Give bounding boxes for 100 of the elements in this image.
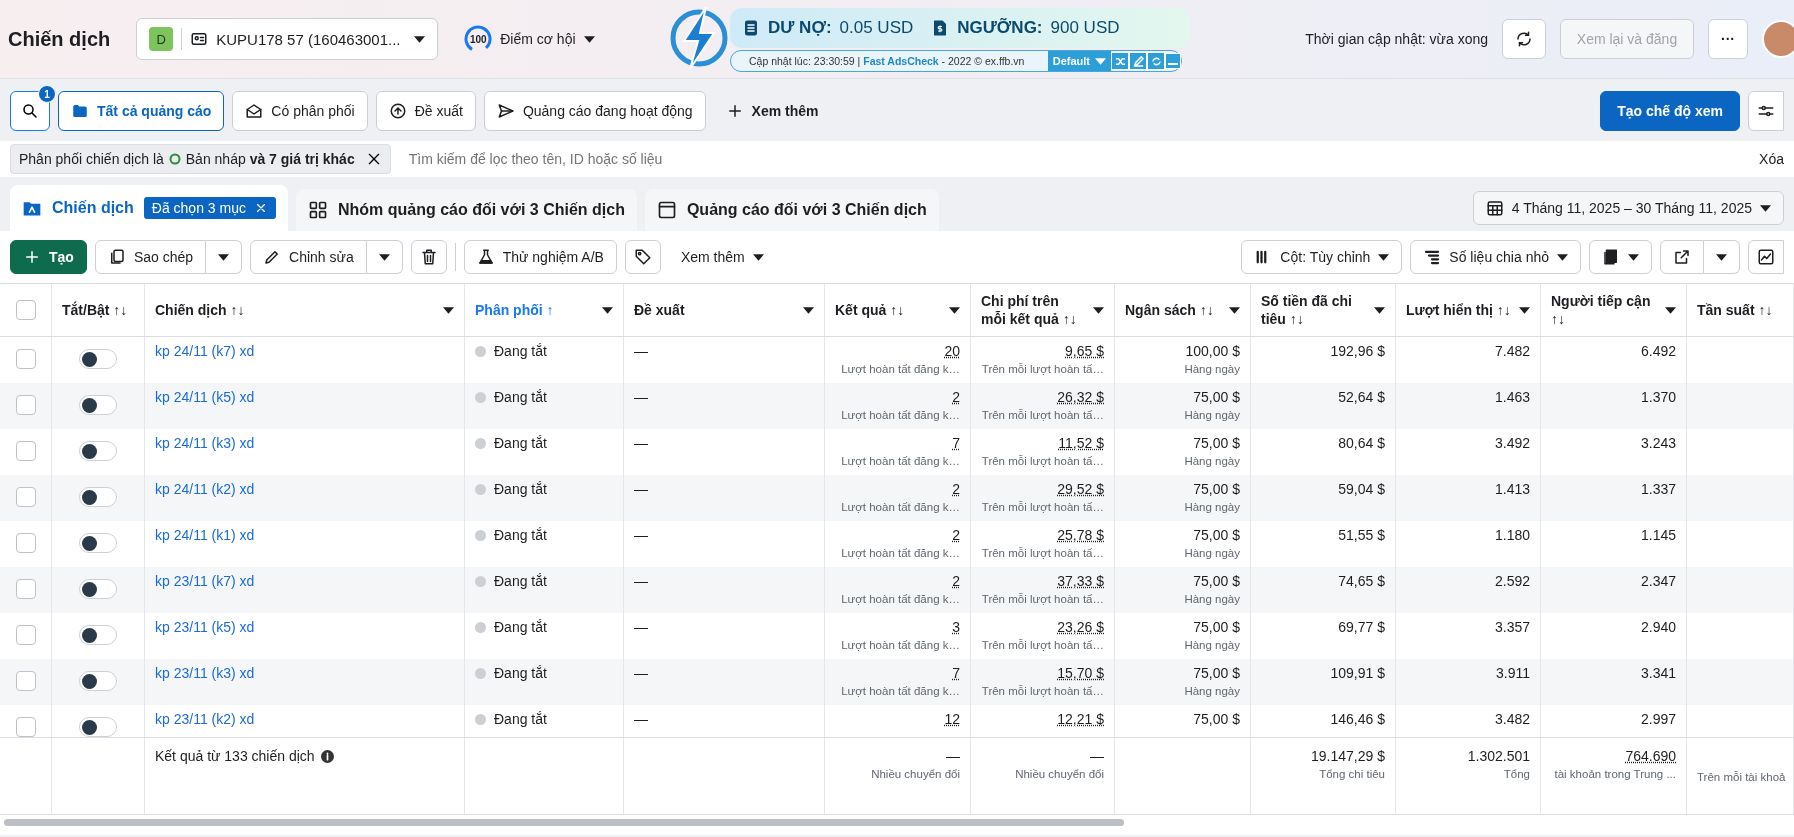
columns-button[interactable]: Cột: Tùy chỉnh bbox=[1241, 240, 1403, 274]
export-menu-button[interactable] bbox=[1704, 240, 1740, 274]
toggle-switch[interactable] bbox=[79, 625, 117, 645]
create-button[interactable]: Tạo bbox=[10, 240, 87, 274]
result-value[interactable]: 2 bbox=[952, 573, 960, 589]
campaign-link[interactable]: kp 24/11 (k1) xd bbox=[155, 527, 255, 543]
cost-value[interactable]: 9,65 $ bbox=[1065, 343, 1104, 359]
cost-value[interactable]: 11,52 $ bbox=[1058, 435, 1104, 451]
result-value[interactable]: 7 bbox=[952, 665, 960, 681]
caret-icon bbox=[218, 253, 230, 261]
edit-button[interactable]: Chỉnh sửa bbox=[250, 240, 367, 274]
more-actions-button[interactable]: Xem thêm bbox=[668, 249, 776, 265]
level-tab[interactable]: Nhóm quảng cáo đối với 3 Chiến dịch bbox=[295, 189, 637, 231]
cost-value[interactable]: 29,52 $ bbox=[1057, 481, 1104, 497]
level-tab[interactable]: Quảng cáo đối với 3 Chiến dịch bbox=[644, 189, 939, 231]
toggle-switch[interactable] bbox=[79, 349, 117, 369]
cost-value[interactable]: 26,32 $ bbox=[1057, 389, 1104, 405]
campaign-link[interactable]: kp 24/11 (k7) xd bbox=[155, 343, 255, 359]
toggle-switch[interactable] bbox=[79, 579, 117, 599]
column-header[interactable]: Lượt hiển thị ↑↓ bbox=[1406, 300, 1513, 320]
toggle-switch[interactable] bbox=[79, 533, 117, 553]
horizontal-scrollbar[interactable] bbox=[4, 819, 1124, 826]
more-button[interactable]: ··· bbox=[1708, 19, 1748, 59]
search-bar[interactable]: Phân phối chiến dịch là Bản nháp và 7 giá trị khác Tìm kiếm để lọc theo tên, ID hoặc số liệu Xóa bbox=[0, 141, 1794, 177]
view-tab[interactable]: Quảng cáo đang hoạt động bbox=[483, 91, 706, 131]
duplicate-button[interactable]: Sao chép bbox=[94, 240, 207, 274]
campaign-link[interactable]: kp 23/11 (k7) xd bbox=[155, 573, 255, 589]
cost-value[interactable]: 25,78 $ bbox=[1057, 527, 1104, 543]
result-value[interactable]: 2 bbox=[952, 389, 960, 405]
level-tab[interactable]: Chiến dịch Đã chọn 3 mục bbox=[10, 185, 288, 231]
ab-test-button[interactable]: Thử nghiệm A/B bbox=[463, 240, 617, 274]
select-all-checkbox[interactable] bbox=[15, 300, 36, 320]
campaign-link[interactable]: kp 23/11 (k2) xd bbox=[155, 711, 255, 727]
column-header[interactable]: Kết quả ↑↓ bbox=[835, 300, 943, 320]
row-checkbox[interactable] bbox=[15, 579, 36, 599]
table-cell: 6.492 bbox=[1640, 343, 1676, 359]
column-header[interactable]: Tắt/Bật ↑↓ bbox=[62, 300, 134, 320]
toggle-switch[interactable] bbox=[79, 395, 117, 415]
view-tab[interactable]: Có phân phối bbox=[232, 91, 368, 131]
column-header[interactable]: Tần suất ↑↓ bbox=[1697, 300, 1783, 320]
more-views-button[interactable]: Xem thêm bbox=[713, 102, 831, 120]
edit-menu-button[interactable] bbox=[366, 240, 403, 274]
account-selector[interactable]: D KUPU178 57 (160463001... bbox=[136, 18, 439, 60]
cost-value[interactable]: 23,26 $ bbox=[1057, 619, 1104, 635]
toggle-switch[interactable] bbox=[79, 671, 117, 691]
campaign-link[interactable]: kp 24/11 (k2) xd bbox=[155, 481, 255, 497]
toggle-switch[interactable] bbox=[79, 717, 117, 737]
result-value[interactable]: 12 bbox=[944, 711, 960, 727]
row-checkbox[interactable] bbox=[15, 395, 36, 415]
create-view-button[interactable]: Tạo chế độ xem bbox=[1600, 91, 1740, 131]
search-button[interactable] bbox=[10, 91, 50, 131]
refresh-button[interactable] bbox=[1502, 19, 1546, 59]
clear-link[interactable]: Xóa bbox=[1759, 151, 1784, 167]
chart-button[interactable] bbox=[1748, 240, 1784, 274]
campaign-link[interactable]: kp 23/11 (k5) xd bbox=[155, 619, 255, 635]
column-header[interactable]: Ngân sách ↑↓ bbox=[1125, 300, 1223, 320]
duplicate-menu-button[interactable] bbox=[206, 240, 243, 274]
result-value[interactable]: 2 bbox=[952, 527, 960, 543]
avatar[interactable] bbox=[1762, 20, 1794, 58]
row-checkbox[interactable] bbox=[15, 717, 36, 737]
row-checkbox[interactable] bbox=[15, 349, 36, 369]
tag-button[interactable] bbox=[624, 240, 661, 274]
row-checkbox[interactable] bbox=[15, 671, 36, 691]
column-header[interactable]: Đề xuất bbox=[634, 300, 797, 320]
export-button[interactable] bbox=[1660, 240, 1704, 274]
row-checkbox[interactable] bbox=[15, 533, 36, 553]
page-title: Chiến dịch bbox=[8, 27, 111, 51]
result-value[interactable]: 20 bbox=[944, 343, 960, 359]
filter-chip[interactable]: Phân phối chiến dịch là Bản nháp và 7 giá trị khác bbox=[10, 144, 391, 174]
selection-badge[interactable]: Đã chọn 3 mục bbox=[143, 197, 276, 219]
delete-button[interactable] bbox=[410, 240, 447, 274]
cost-value[interactable]: 15,70 $ bbox=[1057, 665, 1104, 681]
toggle-switch[interactable] bbox=[79, 487, 117, 507]
budget-label: Hàng ngày bbox=[1184, 547, 1240, 559]
row-checkbox[interactable] bbox=[15, 625, 36, 645]
column-header[interactable]: Phân phối ↑ bbox=[475, 300, 596, 320]
row-checkbox[interactable] bbox=[15, 487, 36, 507]
campaign-link[interactable]: kp 23/11 (k3) xd bbox=[155, 665, 255, 681]
settings-button[interactable] bbox=[1748, 91, 1784, 131]
opportunity-score[interactable]: 100 Điểm cơ hội bbox=[464, 25, 595, 53]
column-header[interactable]: Chiến dịch ↑↓ bbox=[155, 300, 437, 320]
search-field[interactable]: Tìm kiếm để lọc theo tên, ID hoặc số liệu bbox=[406, 150, 1744, 168]
result-value[interactable]: 3 bbox=[952, 619, 960, 635]
date-range-button[interactable]: 4 Tháng 11, 2025 – 30 Tháng 11, 2025 bbox=[1472, 191, 1784, 225]
column-header[interactable]: Số tiền đã chi tiêu ↑↓ bbox=[1261, 291, 1368, 329]
view-tab[interactable]: Đề xuất bbox=[375, 91, 476, 131]
breakdown-button[interactable]: Số liệu chia nhỏ bbox=[1410, 240, 1581, 274]
column-header[interactable]: Người tiếp cận ↑↓ bbox=[1551, 291, 1659, 329]
row-checkbox[interactable] bbox=[15, 441, 36, 461]
reports-button[interactable] bbox=[1589, 240, 1652, 274]
campaign-link[interactable]: kp 24/11 (k3) xd bbox=[155, 435, 255, 451]
status-text: Đang tắt bbox=[494, 481, 547, 497]
result-value[interactable]: 7 bbox=[952, 435, 960, 451]
cost-value[interactable]: 12,21 $ bbox=[1057, 711, 1104, 727]
toggle-switch[interactable] bbox=[79, 441, 117, 461]
cost-value[interactable]: 37,33 $ bbox=[1057, 573, 1104, 589]
campaign-link[interactable]: kp 24/11 (k5) xd bbox=[155, 389, 255, 405]
column-header[interactable]: Chi phí trên mỗi kết quả ↑↓ bbox=[981, 291, 1087, 329]
view-tab[interactable]: Tất cả quảng cáo bbox=[58, 91, 225, 131]
result-value[interactable]: 2 bbox=[952, 481, 960, 497]
